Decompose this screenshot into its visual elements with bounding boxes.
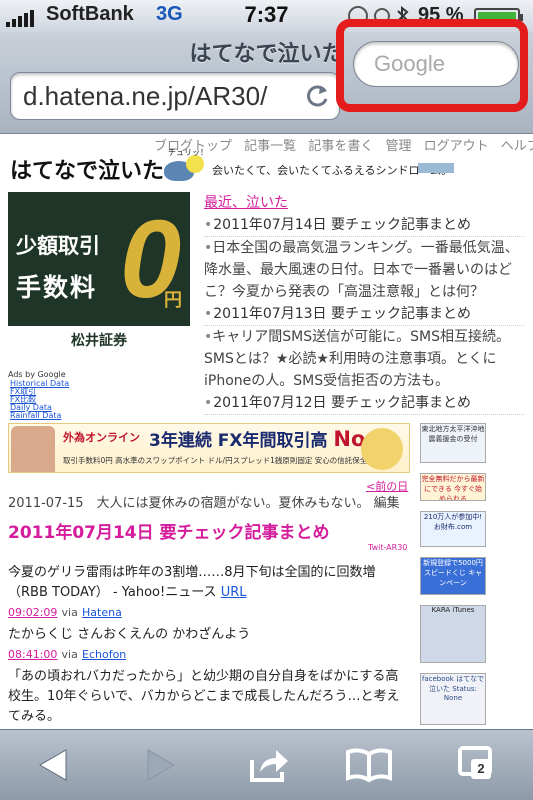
facebook-box[interactable]: facebook はてなで泣いた Status: None <box>420 673 486 725</box>
award-badge-icon <box>361 428 403 470</box>
bird-tag: チュリッ！ <box>168 148 208 157</box>
ad-matsui-banner[interactable]: 少額取引 手数料 0 円 松井証券 <box>8 192 190 352</box>
blog-title[interactable]: はてなで泣いた <box>10 153 164 185</box>
ad-line1: 少額取引 <box>16 233 100 258</box>
recent-post-item[interactable]: •2011年07月14日 要チェック記事まとめ <box>204 214 524 237</box>
entry-text: 今夏のゲリラ雷雨は昨年の3割増……8月下旬は全国的に回数増（RBB TODAY）… <box>8 565 376 600</box>
ad2-sub: 取引手数料0円 高水準のスワップポイント ドル/円スプレッド1銭原則固定 安心の… <box>63 456 368 465</box>
post-title[interactable]: 2011年07月14日 要チェック記事まとめ <box>8 518 330 543</box>
nav-link-article-list[interactable]: 記事一覧 <box>244 139 296 154</box>
back-arrow-icon <box>38 749 67 781</box>
tab-count: 2 <box>471 759 491 779</box>
address-bar[interactable]: d.hatena.ne.jp/AR30/ <box>10 72 340 120</box>
entry-text: たからくじ さんおくえんの かわざんよう <box>8 627 251 642</box>
side-ads: 東北地方太平洋沖地震義援金の受付 完全無料だから最新にできる 今すぐ始められる … <box>420 423 486 729</box>
ad-fx-banner[interactable]: 外為オンライン 3年連続 FX年間取引高 No.1 取引手数料0円 高水準のスワ… <box>8 423 410 473</box>
bird-mascot-icon: チュリッ！ <box>158 148 210 183</box>
entry-source[interactable]: Hatena <box>82 606 122 619</box>
small-badge[interactable] <box>418 163 454 173</box>
ad-brand: 松井証券 <box>8 326 190 352</box>
nav-link-admin[interactable]: 管理 <box>385 139 411 154</box>
share-icon <box>250 750 288 782</box>
recent-post-item[interactable]: •2011年07月12日 要チェック記事まとめ <box>204 392 524 415</box>
recent-post-summary: •キャリア間SMS送信が可能に。SMS相互接続。SMSとは？★必読★利用時の注意… <box>204 329 510 389</box>
reload-icon[interactable] <box>305 83 331 109</box>
ad-link[interactable]: Rainfall Data <box>10 412 69 420</box>
blog-tagline: 会いたくて、会いたくてふるえるシンドローム。 <box>212 164 453 177</box>
nav-link-logout[interactable]: ログアウト <box>424 139 489 154</box>
forward-button[interactable] <box>134 744 184 786</box>
back-button[interactable] <box>30 744 80 786</box>
nav-link-help[interactable]: ヘルプ <box>501 139 533 154</box>
share-button[interactable] <box>244 744 294 786</box>
entry-url-link[interactable]: URL <box>221 585 247 600</box>
side-ad[interactable]: 210万人が参加中!お財布.com <box>420 511 486 547</box>
side-ad[interactable]: 東北地方太平洋沖地震義援金の受付 <box>420 423 486 463</box>
recent-heading[interactable]: 最近、泣いた <box>204 192 524 214</box>
ad-line2: 手数料 <box>16 273 98 302</box>
recent-post-item[interactable]: •2011年07月13日 要チェック記事まとめ <box>204 303 524 326</box>
entry: 今夏のゲリラ雷雨は昨年の3割増……8月下旬は全国的に回数増（RBB TODAY）… <box>8 565 376 619</box>
blog-nav: ブログトップ 記事一覧 記事を書く 管理 ログアウト ヘルプ <box>154 135 533 154</box>
entry-text: 「あの頃おれバカだったから」と幼少期の自分自身をばかにする高校生。10年ぐらいで… <box>8 669 400 724</box>
entry-source[interactable]: Echofon <box>82 648 126 661</box>
entry: 「あの頃おれバカだったから」と幼少期の自分自身をばかにする高校生。10年ぐらいで… <box>8 667 408 727</box>
side-ad[interactable]: 完全無料だから最新にできる 今すぐ始められる <box>420 473 486 501</box>
entry-time[interactable]: 08:41:00 <box>8 648 57 661</box>
ad2-logo: 外為オンライン <box>63 431 140 444</box>
bookmarks-book-icon <box>346 748 392 783</box>
ad2-headline: 3年連続 FX年間取引高 No.1 <box>149 427 388 451</box>
browser-toolbar: 2 <box>0 729 533 800</box>
web-content: ブログトップ 記事一覧 記事を書く 管理 ログアウト ヘルプ はてなで泣いた チ… <box>0 135 533 729</box>
entry: たからくじ さんおくえんの かわざんよう 08:41:00 via Echofo… <box>8 627 251 661</box>
entry-time[interactable]: 09:02:09 <box>8 606 57 619</box>
url-text: d.hatena.ne.jp/AR30/ <box>23 81 268 111</box>
recent-posts: 最近、泣いた •2011年07月14日 要チェック記事まとめ •日本全国の最高気… <box>204 192 524 415</box>
ads-by-google-label: Ads by Google <box>8 370 66 379</box>
forward-arrow-icon <box>147 749 176 781</box>
search-highlight-box <box>336 19 528 112</box>
ad-yen: 円 <box>164 290 182 311</box>
nav-link-write[interactable]: 記事を書く <box>308 139 373 154</box>
bookmarks-button[interactable] <box>344 744 394 786</box>
side-ad[interactable]: 新規登録で5000円 スピードくじ キャンペーン <box>420 557 486 595</box>
post-meta: 2011-07-15 大人には夏休みの宿題がない。夏休みもない。 編集 <box>8 496 400 511</box>
twit-label[interactable]: Twit-AR30 <box>368 543 407 552</box>
recent-post-summary: •日本全国の最高気温ランキング。一番最低気温、降水量、最大風速の日付。日本で一番… <box>204 240 519 300</box>
ad-person-image <box>11 426 55 472</box>
ad-links: Historical Data FX取引 FX比較 Daily Data Rai… <box>10 380 69 420</box>
side-ad[interactable]: KARA iTunes <box>420 605 486 663</box>
